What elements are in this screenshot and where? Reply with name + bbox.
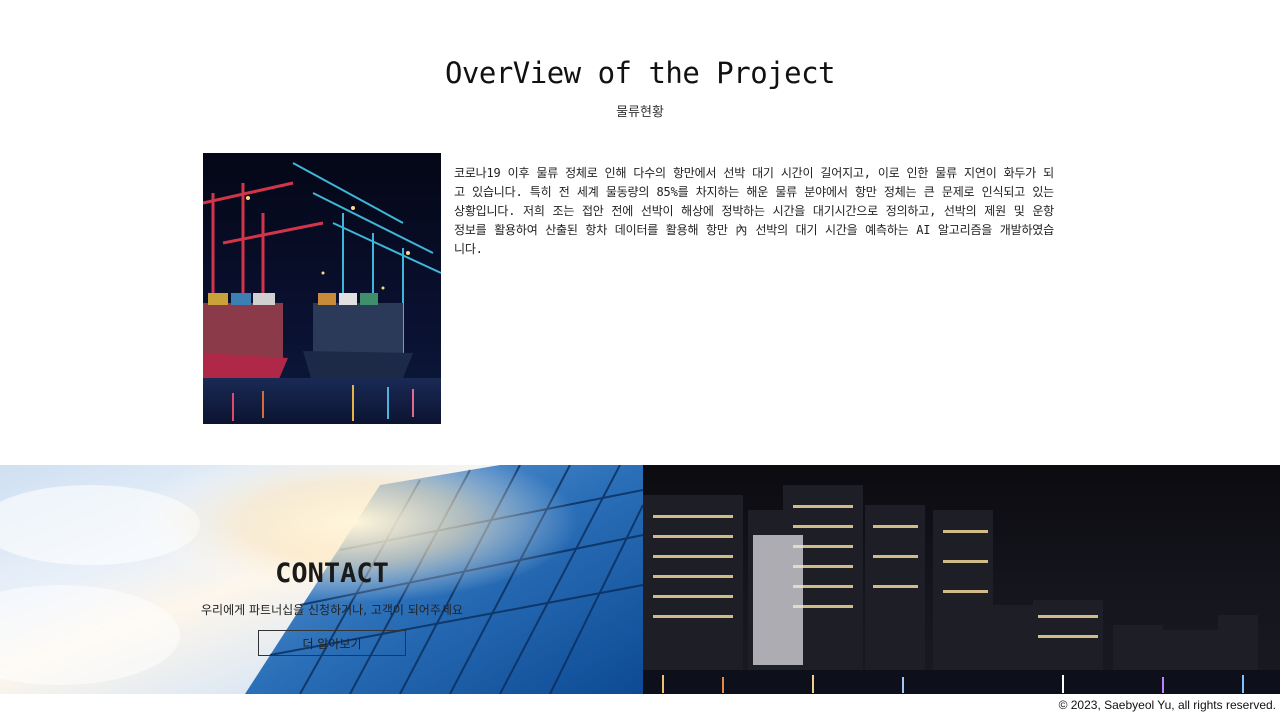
- port-photo: [203, 153, 441, 424]
- overview-description: 코로나19 이후 물류 정체로 인해 다수의 항만에서 선박 대기 시간이 길어…: [454, 166, 1054, 256]
- contact-section: CONTACT 우리에게 파트너십을 신청하거나, 고객이 되어주세요 더 알아…: [0, 465, 643, 694]
- page-title: OverView of the Project: [444, 56, 836, 90]
- contact-title: CONTACT: [275, 558, 389, 589]
- contact-subtitle: 우리에게 파트너십을 신청하거나, 고객이 되어주세요: [201, 603, 463, 617]
- footer-copyright: © 2023, Saebyeol Yu, all rights reserved…: [1058, 698, 1276, 712]
- learn-more-button[interactable]: 더 알아보기: [258, 630, 406, 656]
- page-subtitle: 물류현황: [616, 105, 664, 120]
- city-night-photo: [643, 465, 1280, 694]
